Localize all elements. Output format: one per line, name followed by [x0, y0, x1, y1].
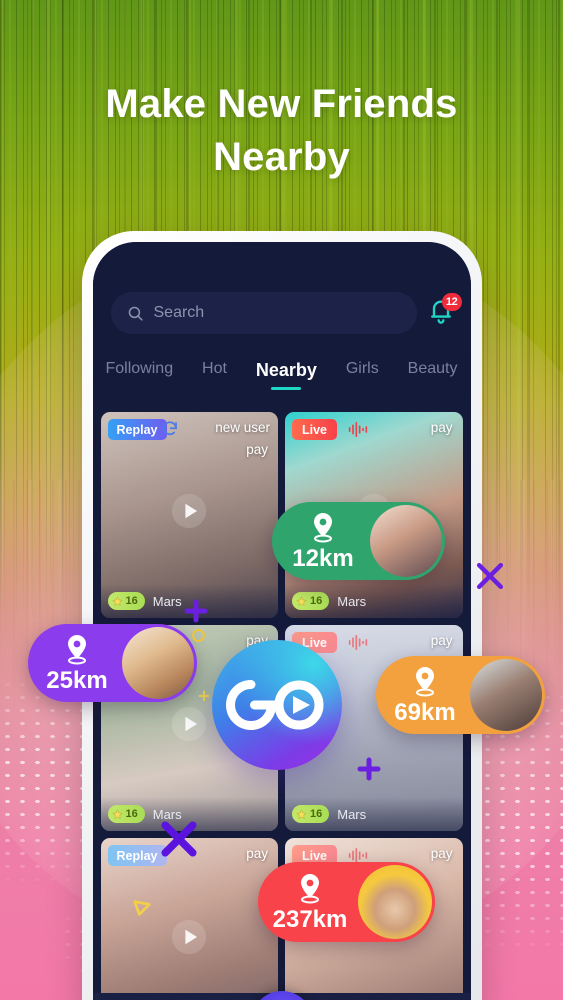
level-badge: 16 [107, 805, 145, 823]
go-button-label [226, 680, 324, 730]
tab-beauty[interactable]: Beauty [408, 360, 458, 387]
distance-value: 12km [292, 545, 354, 572]
level-badge: 16 [292, 805, 330, 823]
star-icon [111, 808, 123, 819]
notification-bell-button[interactable]: 12 [427, 293, 462, 329]
level-badge: 16 [292, 592, 330, 610]
replay-badge: Replay [107, 419, 167, 440]
level-number: 16 [310, 595, 323, 607]
tab-label: Nearby [255, 360, 317, 380]
tab-nearby[interactable]: Nearby [256, 360, 317, 390]
triangle-icon [133, 900, 151, 916]
card-footer: 16 Mars [285, 584, 463, 618]
location-pin-icon [416, 667, 434, 697]
video-card[interactable]: Replay pay [100, 838, 278, 1000]
location-pin-icon [301, 874, 319, 904]
username: Mars [152, 593, 182, 609]
play-icon[interactable] [171, 919, 207, 955]
sparkle-x-icon [161, 821, 197, 857]
pay-tag: pay [430, 633, 453, 648]
video-card[interactable]: Replay new user pay 16 Mars [100, 412, 278, 618]
pay-tag: pay [246, 846, 268, 861]
page-title: Make New Friends Nearby [0, 78, 563, 184]
avatar [122, 627, 194, 699]
level-number: 16 [125, 595, 138, 607]
headline-line-1: Make New Friends [105, 82, 458, 126]
sparkle-plus-icon [198, 690, 210, 702]
notification-count-badge: 12 [441, 293, 462, 311]
search-input[interactable]: Search [110, 292, 417, 334]
pay-tag: pay [246, 442, 268, 457]
distance-pill-25km[interactable]: 25km [28, 624, 197, 702]
level-number: 16 [310, 808, 323, 820]
tab-label: Beauty [407, 360, 458, 377]
tab-label: Hot [202, 360, 227, 377]
circle-outline-icon [192, 629, 205, 642]
location-pin-icon [314, 513, 332, 543]
tab-girls[interactable]: Girls [346, 360, 379, 387]
card-footer: 16 Mars [285, 797, 463, 831]
search-placeholder: Search [153, 304, 205, 321]
sparkle-x-icon [476, 562, 504, 590]
tab-hot[interactable]: Hot [202, 360, 227, 387]
level-badge: 16 [107, 592, 145, 610]
go-button[interactable] [212, 640, 342, 770]
distance-value: 25km [46, 667, 108, 694]
headline-line-2: Nearby [213, 134, 350, 179]
tab-following[interactable]: Following [106, 360, 174, 387]
star-icon [111, 595, 123, 606]
username: Mars [337, 806, 367, 822]
distance-value: 69km [394, 699, 456, 726]
search-row: Search 12 [110, 292, 462, 334]
new-user-tag: new user [215, 420, 270, 435]
location-pin-icon [68, 635, 86, 665]
pay-tag: pay [430, 846, 453, 861]
pay-tag: pay [430, 420, 453, 435]
play-icon[interactable] [171, 706, 207, 742]
avatar [358, 865, 432, 939]
level-number: 16 [125, 808, 138, 820]
audio-wave-icon [348, 422, 368, 437]
distance-value: 237km [272, 906, 348, 933]
replay-icon [162, 421, 177, 436]
tab-label: Following [105, 360, 174, 377]
live-badge: Live [292, 419, 338, 440]
distance-pill-237km[interactable]: 237km [258, 862, 435, 942]
plus-icon [357, 757, 381, 781]
star-icon [296, 595, 307, 606]
audio-wave-icon [348, 635, 368, 650]
star-icon [296, 808, 307, 819]
avatar [370, 505, 442, 577]
distance-pill-69km[interactable]: 69km [376, 656, 545, 734]
plus-icon [184, 599, 208, 623]
search-icon [128, 306, 143, 321]
category-tabs: Following Hot Nearby Girls Beauty [106, 360, 458, 390]
tab-label: Girls [345, 360, 379, 377]
play-icon[interactable] [171, 493, 207, 529]
username: Mars [337, 593, 367, 609]
avatar [470, 659, 542, 731]
distance-pill-12km[interactable]: 12km [272, 502, 445, 580]
